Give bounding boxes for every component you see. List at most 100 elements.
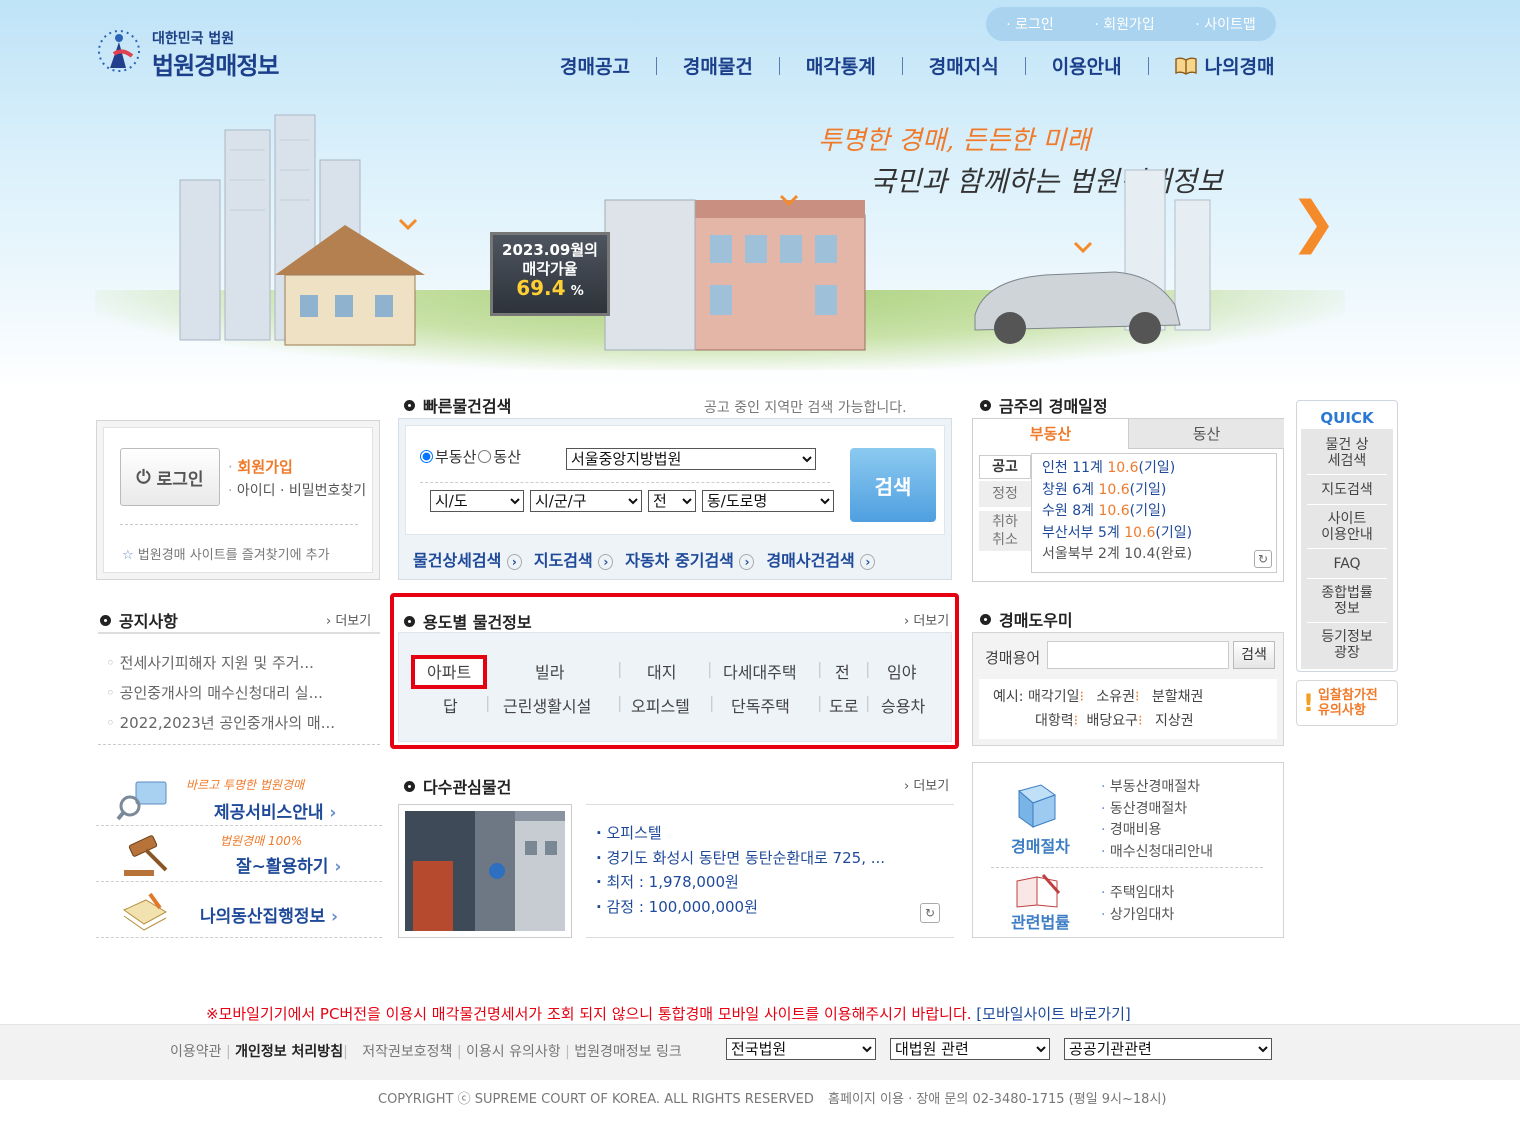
- procedure-link[interactable]: · 부동산경매절차: [1101, 777, 1213, 799]
- exclamation-icon: !: [1303, 689, 1314, 717]
- notice-item[interactable]: ◦ 전세사기피해자 지원 및 주거...: [106, 648, 335, 678]
- car-search-link[interactable]: 자동차 중기검색 ›: [625, 547, 755, 571]
- footer-link-terms[interactable]: 이용약관: [170, 1044, 222, 1060]
- mobile-site-link[interactable]: [모바일사이트 바로가기]: [976, 1005, 1130, 1023]
- quick-item-map-search[interactable]: 지도검색: [1307, 475, 1387, 505]
- usage-field[interactable]: 전: [835, 659, 850, 683]
- usage-neighborhood[interactable]: 근린생활시설: [503, 693, 591, 717]
- schedule-item[interactable]: 부산서부 5계 10.6(기일): [1042, 523, 1266, 545]
- login-button[interactable]: ⏻ 로그인: [120, 448, 220, 506]
- bullet-icon: [404, 399, 415, 411]
- example-term[interactable]: 소유권: [1096, 689, 1135, 705]
- procedure-link[interactable]: · 매수신청대리안내: [1101, 842, 1213, 864]
- sigungu-select[interactable]: 시/군/구: [530, 490, 642, 512]
- tab-realestate[interactable]: 부동산: [973, 419, 1129, 449]
- usage-more-link[interactable]: › 더보기: [904, 610, 949, 629]
- tab-movable[interactable]: 동산: [1129, 419, 1284, 449]
- notice-more-link[interactable]: › 더보기: [326, 610, 371, 629]
- property-photo: [405, 811, 565, 931]
- case-search-link[interactable]: 경매사건검색 ›: [766, 547, 876, 571]
- nav-auction-items[interactable]: 경매물건: [683, 52, 753, 79]
- radio-realestate[interactable]: [420, 450, 433, 463]
- usage-officetel[interactable]: 오피스텔: [631, 693, 690, 717]
- quick-item-registry[interactable]: 등기정보 광장: [1307, 623, 1387, 667]
- notice-item[interactable]: ◦ 2022,2023년 공인중개사의 매...: [106, 708, 335, 738]
- interest-info[interactable]: · 오피스텔 · 경기도 화성시 동탄면 동탄순환대로 725, ... · 최…: [586, 804, 954, 938]
- schedule-item[interactable]: 인천 11계 10.6(기일): [1042, 458, 1266, 480]
- util-login-link[interactable]: · 로그인: [1006, 14, 1054, 34]
- refresh-icon[interactable]: ↻: [1254, 550, 1272, 568]
- quick-item-detail-search[interactable]: 물건 상세검색: [1307, 431, 1387, 475]
- radio-movable[interactable]: [478, 450, 492, 463]
- notice-item[interactable]: ◦ 공인중개사의 매수신청대리 실...: [106, 678, 335, 708]
- util-sitemap-link[interactable]: · 사이트맵: [1195, 14, 1255, 34]
- quick-item-site-guide[interactable]: 사이트 이용안내: [1307, 505, 1387, 549]
- law-link[interactable]: · 주택임대차: [1101, 883, 1174, 905]
- usage-detached[interactable]: 단독주택: [731, 693, 790, 717]
- example-term[interactable]: 대항력: [1035, 713, 1074, 729]
- nav-usage-guide[interactable]: 이용안내: [1052, 52, 1122, 79]
- schedule-item[interactable]: 수원 8계 10.6(기일): [1042, 501, 1266, 523]
- schedule-side-notice[interactable]: 공고: [979, 455, 1031, 479]
- footer-link-related[interactable]: 법원경매정보 링크: [574, 1044, 682, 1060]
- map-search-link[interactable]: 지도검색 ›: [534, 547, 614, 571]
- service-guide-banner[interactable]: 바르고 투명한 법원경매 제공서비스안내 ›: [96, 770, 382, 826]
- nav-my-auction[interactable]: 나의경매: [1174, 52, 1275, 79]
- nav-auction-knowledge[interactable]: 경매지식: [929, 52, 999, 79]
- usage-forest[interactable]: 임야: [887, 659, 916, 683]
- example-term[interactable]: 매각기일: [1028, 689, 1080, 705]
- footer-link-privacy[interactable]: 개인정보 처리방침: [235, 1044, 343, 1060]
- join-link[interactable]: · 회원가입: [228, 456, 293, 477]
- usage-tips-banner[interactable]: 법원경매 100% 잘~활용하기 ›: [96, 828, 382, 882]
- dong-select[interactable]: 동/도로명: [702, 490, 834, 512]
- usage-road[interactable]: 도로: [829, 693, 858, 717]
- court-select[interactable]: 서울중앙지방법원: [566, 448, 816, 470]
- interest-more-link[interactable]: › 더보기: [904, 775, 949, 794]
- example-term[interactable]: 분할채권: [1152, 689, 1204, 705]
- util-join-link[interactable]: · 회원가입: [1094, 14, 1154, 34]
- usage-divider: |: [865, 693, 871, 712]
- logo-title[interactable]: 법원경매정보: [152, 46, 279, 81]
- jeon-select[interactable]: 전: [648, 490, 696, 512]
- usage-apartment[interactable]: 아파트: [427, 659, 471, 683]
- banner-next-arrow-icon[interactable]: ❯: [1290, 195, 1337, 251]
- usage-multiplex[interactable]: 다세대주택: [723, 659, 797, 683]
- procedure-label[interactable]: 경매절차: [1011, 833, 1070, 857]
- law-link[interactable]: · 상가임대차: [1101, 905, 1174, 927]
- interest-photo-frame[interactable]: [398, 804, 572, 938]
- usage-land[interactable]: 대지: [647, 659, 676, 683]
- quick-item-faq[interactable]: FAQ: [1307, 549, 1387, 579]
- my-movable-banner[interactable]: 나의동산집행정보 ›: [96, 884, 382, 938]
- bid-caution-link[interactable]: ! 입찰참가전 유의사항: [1296, 680, 1398, 726]
- court-logo-icon[interactable]: [92, 24, 146, 78]
- law-label[interactable]: 관련법률: [1011, 909, 1070, 933]
- schedule-item[interactable]: 창원 6계 10.6(기일): [1042, 480, 1266, 502]
- find-account-link[interactable]: · 아이디 · 비밀번호찾기: [228, 480, 366, 500]
- public-agency-select[interactable]: 공공기관관련: [1064, 1038, 1272, 1060]
- example-term[interactable]: 배당요구: [1087, 713, 1139, 729]
- procedure-link[interactable]: · 동산경매절차: [1101, 799, 1213, 821]
- detail-search-link[interactable]: 물건상세검색 ›: [413, 547, 522, 571]
- schedule-side-correction[interactable]: 정정: [979, 481, 1031, 507]
- helper-search-button[interactable]: 검색: [1233, 641, 1275, 669]
- helper-term-input[interactable]: [1047, 641, 1229, 669]
- refresh-icon[interactable]: ↻: [920, 903, 940, 923]
- usage-paddy[interactable]: 답: [443, 693, 458, 717]
- schedule-item[interactable]: 서울북부 2계 10.4(완료): [1042, 544, 1266, 566]
- add-favorite-link[interactable]: ☆ 법원경매 사이트를 즐겨찾기에 추가: [122, 544, 330, 563]
- footer-link-caution[interactable]: 이용시 유의사항: [466, 1044, 561, 1060]
- quick-search-button[interactable]: 검색: [850, 448, 936, 522]
- court-family-select[interactable]: 전국법원: [726, 1038, 876, 1060]
- login-panel: ⏻ 로그인 · 회원가입 · 아이디 · 비밀번호찾기 ☆ 법원경매 사이트를 …: [96, 420, 380, 580]
- schedule-side-cancel[interactable]: 취하 취소: [979, 511, 1031, 551]
- usage-villa[interactable]: 빌라: [535, 659, 564, 683]
- nav-sale-stats[interactable]: 매각통계: [806, 52, 876, 79]
- usage-car[interactable]: 승용차: [881, 693, 925, 717]
- sido-select[interactable]: 시/도: [430, 490, 524, 512]
- example-term[interactable]: 지상권: [1155, 713, 1194, 729]
- supreme-court-select[interactable]: 대법원 관련: [890, 1038, 1050, 1060]
- procedure-link[interactable]: · 경매비용: [1101, 820, 1213, 842]
- footer-link-copyright-policy[interactable]: 저작권보호정책: [362, 1044, 452, 1060]
- quick-item-law-info[interactable]: 종합법률 정보: [1307, 579, 1387, 623]
- nav-auction-notice[interactable]: 경매공고: [560, 52, 630, 79]
